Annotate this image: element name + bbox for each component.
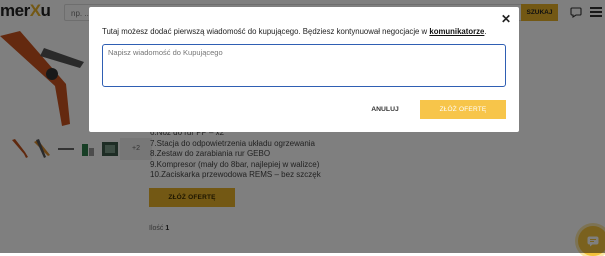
- message-textarea[interactable]: [102, 44, 506, 87]
- cancel-button[interactable]: ANULUJ: [361, 103, 409, 117]
- close-icon[interactable]: ✕: [501, 13, 511, 25]
- offer-message-modal: ✕ Tutaj możesz dodać pierwszą wiadomość …: [89, 7, 519, 132]
- submit-offer-button[interactable]: ZŁÓŻ OFERTĘ: [420, 100, 506, 119]
- messenger-link[interactable]: komunikatorze: [429, 27, 484, 36]
- modal-description: Tutaj możesz dodać pierwszą wiadomość do…: [102, 27, 487, 36]
- modal-description-text: Tutaj możesz dodać pierwszą wiadomość do…: [102, 27, 430, 36]
- modal-description-end: .: [484, 27, 487, 36]
